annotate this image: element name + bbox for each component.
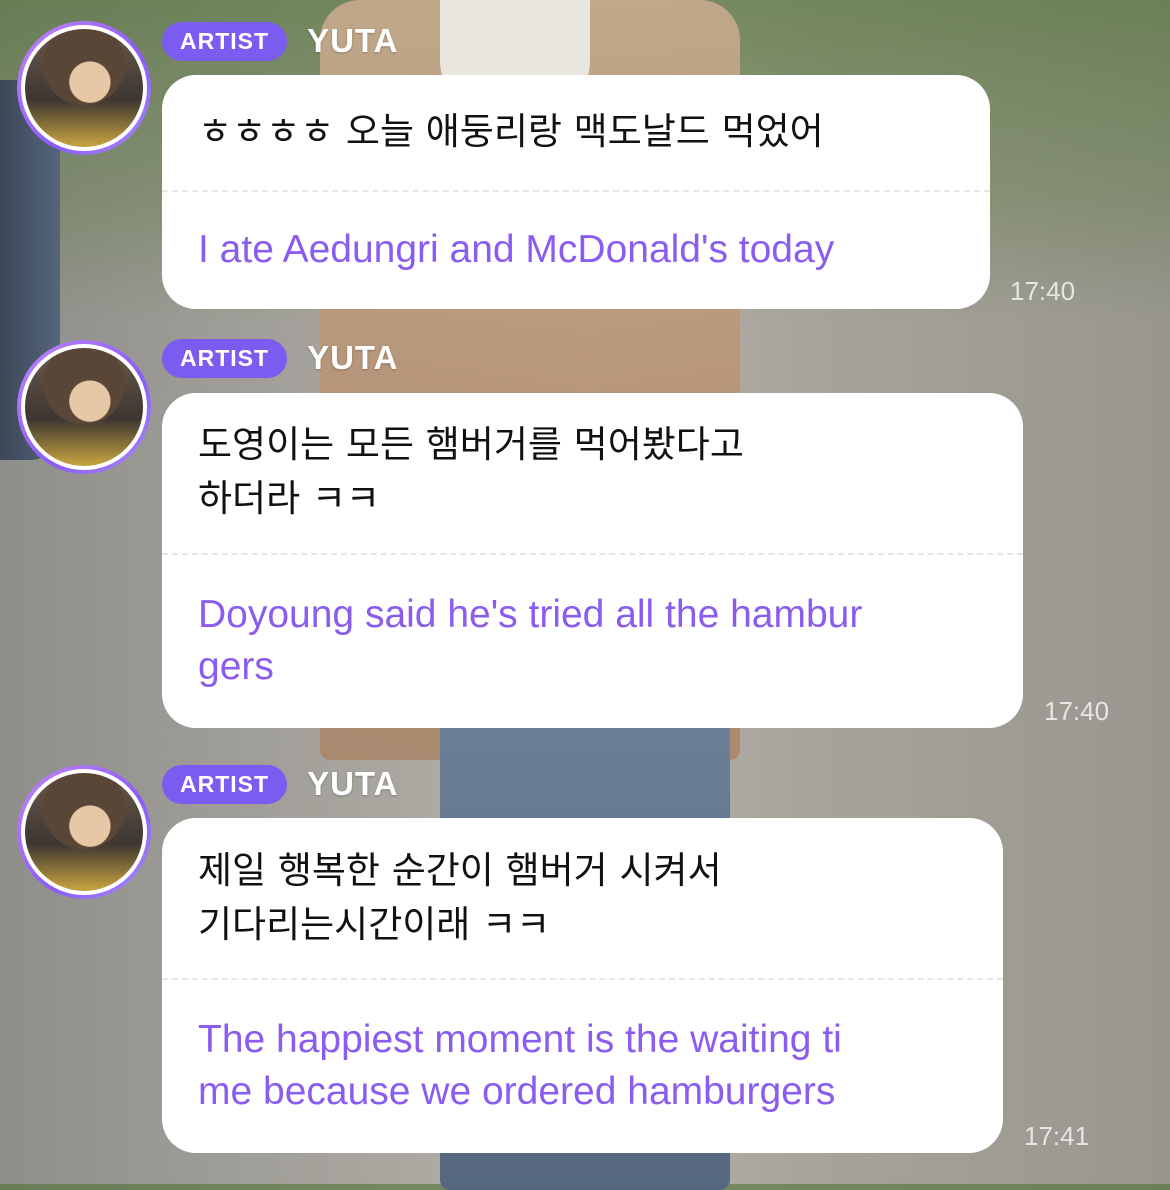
avatar-photo [21,25,147,151]
message-header: ARTIST YUTA [162,21,398,61]
timestamp: 17:40 [1044,696,1110,726]
message-header: ARTIST YUTA [162,764,398,804]
sender-name: YUTA [307,339,399,376]
translation-text: I ate Aedungri and McDonald's today [198,228,835,271]
avatar-photo [21,769,147,895]
original-text: 도영이는 모든 햄버거를 먹어봤다고 하더라 ㅋㅋ [198,423,744,520]
artist-badge: ARTIST [162,21,288,61]
original-text: 제일 행복한 순간이 햄버거 시켜서 기다리는시간이래 ㅋㅋ [198,849,722,946]
sender-name: YUTA [307,765,399,802]
original-text: ㅎㅎㅎㅎ 오늘 애둥리랑 맥도날드 먹었어 [198,110,824,153]
translation-text: The happiest moment is the waiting ti me… [198,1018,842,1113]
timestamp: 17:41 [1024,1121,1090,1151]
translation-text: Doyoung said he's tried all the hambur g… [198,593,863,688]
sender-name: YUTA [307,22,399,59]
avatar[interactable] [17,21,151,155]
artist-badge: ARTIST [162,764,288,804]
avatar-photo [21,344,147,470]
avatar[interactable] [17,765,151,899]
message-header: ARTIST YUTA [162,338,398,378]
message-bubble[interactable]: ㅎㅎㅎㅎ 오늘 애둥리랑 맥도날드 먹었어 I ate Aedungri and… [162,75,990,309]
message-bubble[interactable]: 제일 행복한 순간이 햄버거 시켜서 기다리는시간이래 ㅋㅋ The happi… [162,818,1003,1153]
avatar[interactable] [17,340,151,474]
message-bubble[interactable]: 도영이는 모든 햄버거를 먹어봤다고 하더라 ㅋㅋ Doyoung said h… [162,393,1023,728]
timestamp: 17:40 [1010,276,1076,306]
artist-badge: ARTIST [162,338,288,378]
